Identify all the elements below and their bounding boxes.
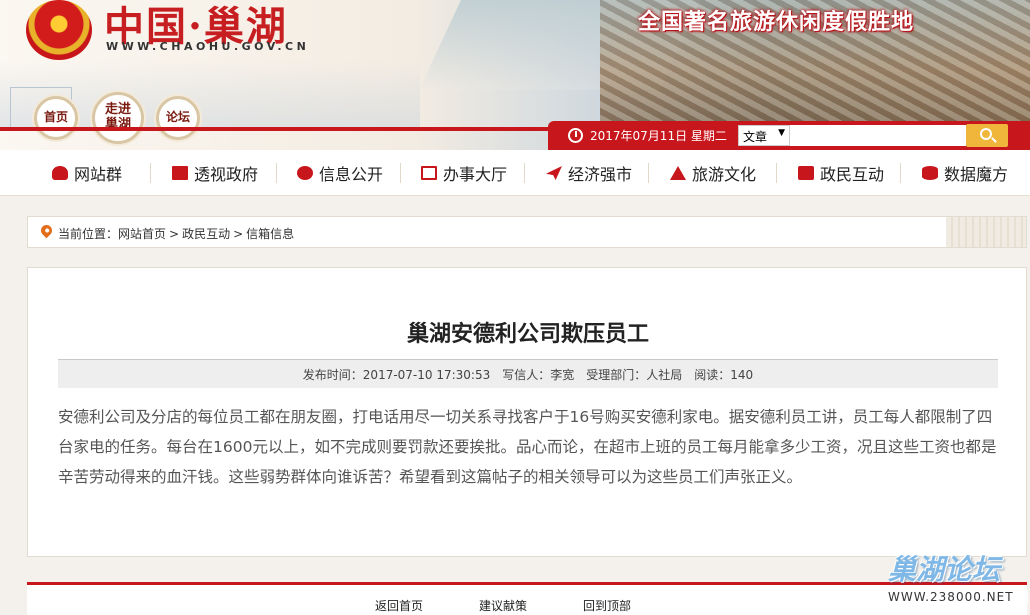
back-home-link[interactable]: 返回首页 bbox=[375, 597, 423, 614]
search-button[interactable] bbox=[966, 124, 1008, 147]
nav-label: 政民互动 bbox=[820, 165, 885, 184]
book-icon bbox=[172, 166, 188, 180]
nav-item-service-hall[interactable]: 办事大厅 bbox=[421, 150, 507, 196]
article-meta: 发布时间：2017-07-10 17:30:53 写信人：李宽 受理部门：人社局… bbox=[58, 360, 998, 388]
breadcrumb: 当前位置：网站首页 > 政民互动 > 信箱信息 bbox=[27, 216, 1027, 248]
breadcrumb-decoration-image bbox=[946, 217, 1026, 247]
chevron-down-icon: ▼ bbox=[778, 128, 785, 138]
footer-bar: 返回首页 建议献策 回到顶部 bbox=[27, 582, 1027, 615]
forum-round-button[interactable]: 论坛 bbox=[156, 96, 200, 140]
article-panel: 巢湖安德利公司欺压员工 发布时间：2017-07-10 17:30:53 写信人… bbox=[27, 267, 1027, 557]
back-to-top-link[interactable]: 回到顶部 bbox=[583, 597, 631, 614]
nav-label: 经济强市 bbox=[568, 165, 633, 184]
people-icon bbox=[52, 166, 68, 180]
nav-divider bbox=[776, 163, 777, 183]
main-nav: 网站群 透视政府 信息公开 办事大厅 经济强市 旅游文化 政民互动 数据魔方 bbox=[0, 150, 1030, 196]
suggestion-link[interactable]: 建议献策 bbox=[479, 597, 527, 614]
nav-label: 旅游文化 bbox=[692, 165, 757, 184]
forum-watermark: 巢湖论坛 WWW.238000.NET bbox=[888, 548, 1028, 610]
nav-divider bbox=[524, 163, 525, 183]
nav-divider bbox=[150, 163, 151, 183]
breadcrumb-prefix: 当前位置： bbox=[58, 227, 119, 241]
home-round-button[interactable]: 首页 bbox=[34, 96, 78, 140]
nav-item-interaction[interactable]: 政民互动 bbox=[798, 150, 884, 196]
watermark-url: WWW.238000.NET bbox=[888, 590, 1028, 604]
search-type-value: 文章 bbox=[743, 130, 768, 144]
mountain-icon bbox=[670, 166, 686, 180]
mail-icon bbox=[421, 166, 437, 180]
article-body: 安德利公司及分店的每位员工都在朋友圈，打电话用尽一切关系寻找客户于16号购买安德… bbox=[58, 408, 997, 486]
watermark-logo: 巢湖论坛 bbox=[888, 553, 1001, 586]
letter-author: 写信人：李宽 bbox=[502, 367, 575, 382]
footer-links: 返回首页 建议献策 回到顶部 bbox=[27, 597, 687, 614]
search-input[interactable] bbox=[790, 125, 966, 146]
nav-label: 信息公开 bbox=[319, 165, 384, 184]
nav-divider bbox=[276, 163, 277, 183]
search-icon bbox=[980, 128, 992, 140]
nav-item-government[interactable]: 透视政府 bbox=[172, 150, 258, 196]
nav-label: 透视政府 bbox=[194, 165, 259, 184]
paper-plane-icon bbox=[546, 166, 562, 180]
nav-divider bbox=[400, 163, 401, 183]
chat-icon bbox=[798, 166, 814, 180]
pie-chart-icon bbox=[297, 166, 313, 180]
site-url: WWW.CHAOHU.GOV.CN bbox=[106, 40, 310, 53]
clock-icon bbox=[568, 128, 583, 143]
location-pin-icon bbox=[38, 222, 55, 239]
database-icon bbox=[922, 166, 938, 180]
national-emblem-icon bbox=[26, 0, 92, 60]
nav-item-data-cube[interactable]: 数据魔方 bbox=[922, 150, 1008, 196]
nav-label: 网站群 bbox=[74, 165, 123, 184]
current-date: 2017年07月11日 星期二 bbox=[590, 129, 727, 143]
nav-item-tourism[interactable]: 旅游文化 bbox=[670, 150, 756, 196]
article-title: 巢湖安德利公司欺压员工 bbox=[406, 322, 649, 347]
breadcrumb-item-home[interactable]: 网站首页 bbox=[118, 227, 166, 241]
nav-label: 办事大厅 bbox=[443, 165, 508, 184]
breadcrumb-item-mailbox[interactable]: 信箱信息 bbox=[246, 227, 294, 241]
intro-round-button[interactable]: 走进巢湖 bbox=[92, 92, 144, 144]
breadcrumb-item-interaction[interactable]: 政民互动 bbox=[182, 227, 230, 241]
nav-item-site-group[interactable]: 网站群 bbox=[52, 150, 122, 196]
handling-department: 受理部门：人社局 bbox=[586, 367, 683, 382]
breadcrumb-trail: 当前位置：网站首页 > 政民互动 > 信箱信息 bbox=[58, 225, 294, 242]
nav-label: 数据魔方 bbox=[944, 165, 1009, 184]
breadcrumb-separator: > bbox=[169, 227, 180, 241]
breadcrumb-separator: > bbox=[233, 227, 244, 241]
nav-divider bbox=[900, 163, 901, 183]
nav-item-info-disclosure[interactable]: 信息公开 bbox=[297, 150, 383, 196]
search-type-select[interactable]: 文章 ▼ bbox=[738, 125, 790, 146]
nav-divider bbox=[648, 163, 649, 183]
read-count: 阅读：140 bbox=[694, 367, 754, 382]
publish-time: 发布时间：2017-07-10 17:30:53 bbox=[302, 367, 491, 382]
nav-item-economy[interactable]: 经济强市 bbox=[546, 150, 632, 196]
banner-slogan: 全国著名旅游休闲度假胜地 bbox=[638, 10, 915, 35]
